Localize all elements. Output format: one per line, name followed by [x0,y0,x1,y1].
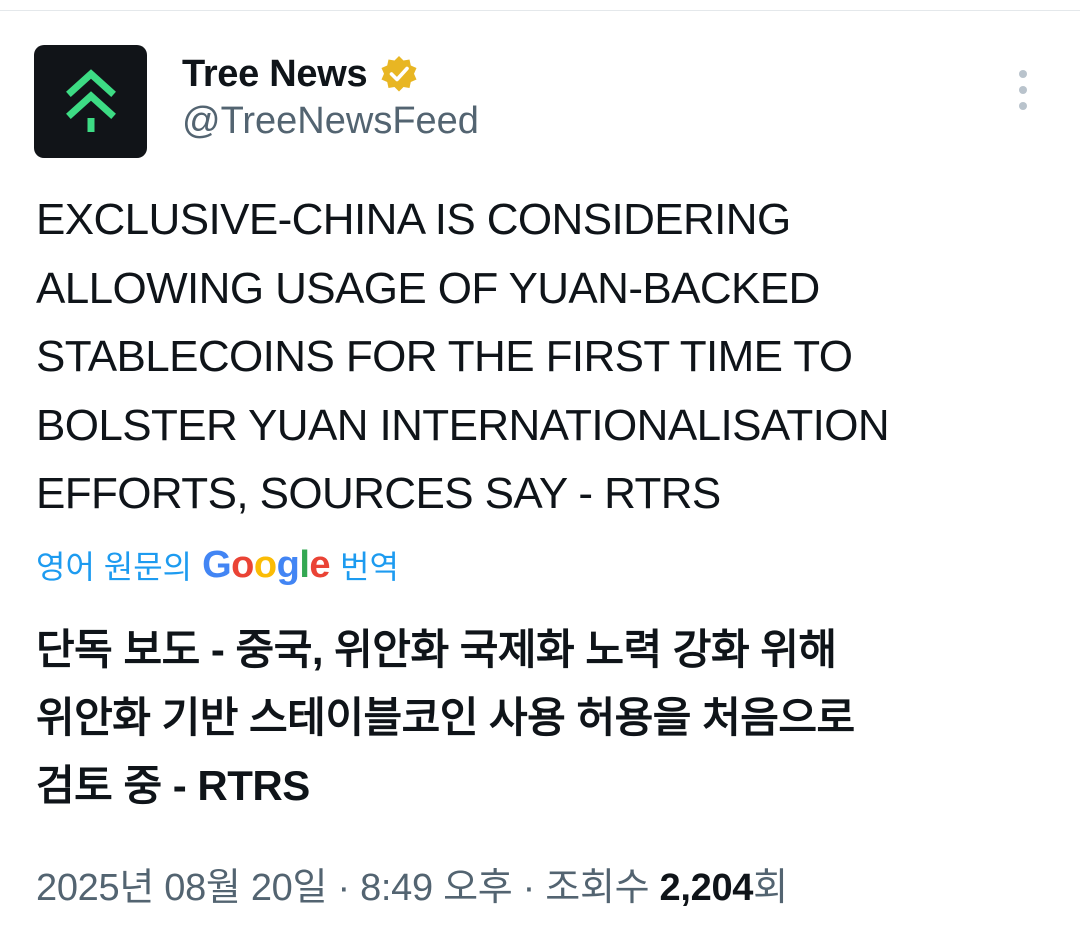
tweet-text-line: BOLSTER YUAN INTERNATIONALISATION [36,400,890,450]
tweet-meta: 2025년 08월 20일 · 8:49 오후 · 조회수 2,204회 [36,856,788,911]
tweet-text-line: EFFORTS, SOURCES SAY - RTRS [36,469,721,518]
translation-suffix: 번역 [340,549,399,585]
author-name-row: Tree News [182,52,419,96]
translation-attribution-link[interactable]: 영어 원문의 Google 번역 [36,543,399,587]
more-vertical-icon-dot [1019,102,1027,110]
tweet-text-line: ALLOWING USAGE OF YUAN-BACKED [36,263,820,313]
views-count: 2,204 [659,867,754,909]
tweet-text-line: STABLECOINS FOR THE FIRST TIME TO [36,332,853,381]
translated-text-line: 단독 보도 - 중국, 위안화 국제화 노력 강화 위해 [36,626,837,673]
author-name[interactable]: Tree News [182,53,368,96]
translated-text: 단독 보도 - 중국, 위안화 국제화 노력 강화 위해 위안화 기반 스테이블… [36,616,1056,820]
translation-prefix: 영어 원문의 [36,549,193,585]
meta-separator: · [337,867,350,909]
avatar[interactable] [34,45,147,158]
author-handle[interactable]: @TreeNewsFeed [182,100,479,143]
tweet-date[interactable]: 2025년 08월 20일 [36,867,327,909]
tree-logo-icon [65,68,116,132]
google-logo: Google [202,543,331,586]
tweet-time[interactable]: 8:49 오후 [360,867,513,909]
verified-badge-icon [381,56,417,92]
views-label: 조회수 [545,867,650,909]
translated-text-line: 위안화 기반 스테이블코인 사용 허용을 처음으로 [36,694,855,741]
tweet-text-line: EXCLUSIVE-CHINA IS CONSIDERING [36,195,791,244]
translated-text-line: 검토 중 - RTRS [36,762,310,809]
meta-separator: · [522,867,536,909]
more-vertical-icon-dot [1019,86,1027,94]
tweet-card: Tree News @TreeNewsFeed EXCLUSIVE-CHINA … [0,0,1080,935]
more-vertical-icon [1019,70,1027,78]
more-options-button[interactable] [1008,70,1038,110]
tweet-text: EXCLUSIVE-CHINA IS CONSIDERING ALLOWING … [36,186,1056,529]
views-suffix: 회 [753,867,788,909]
